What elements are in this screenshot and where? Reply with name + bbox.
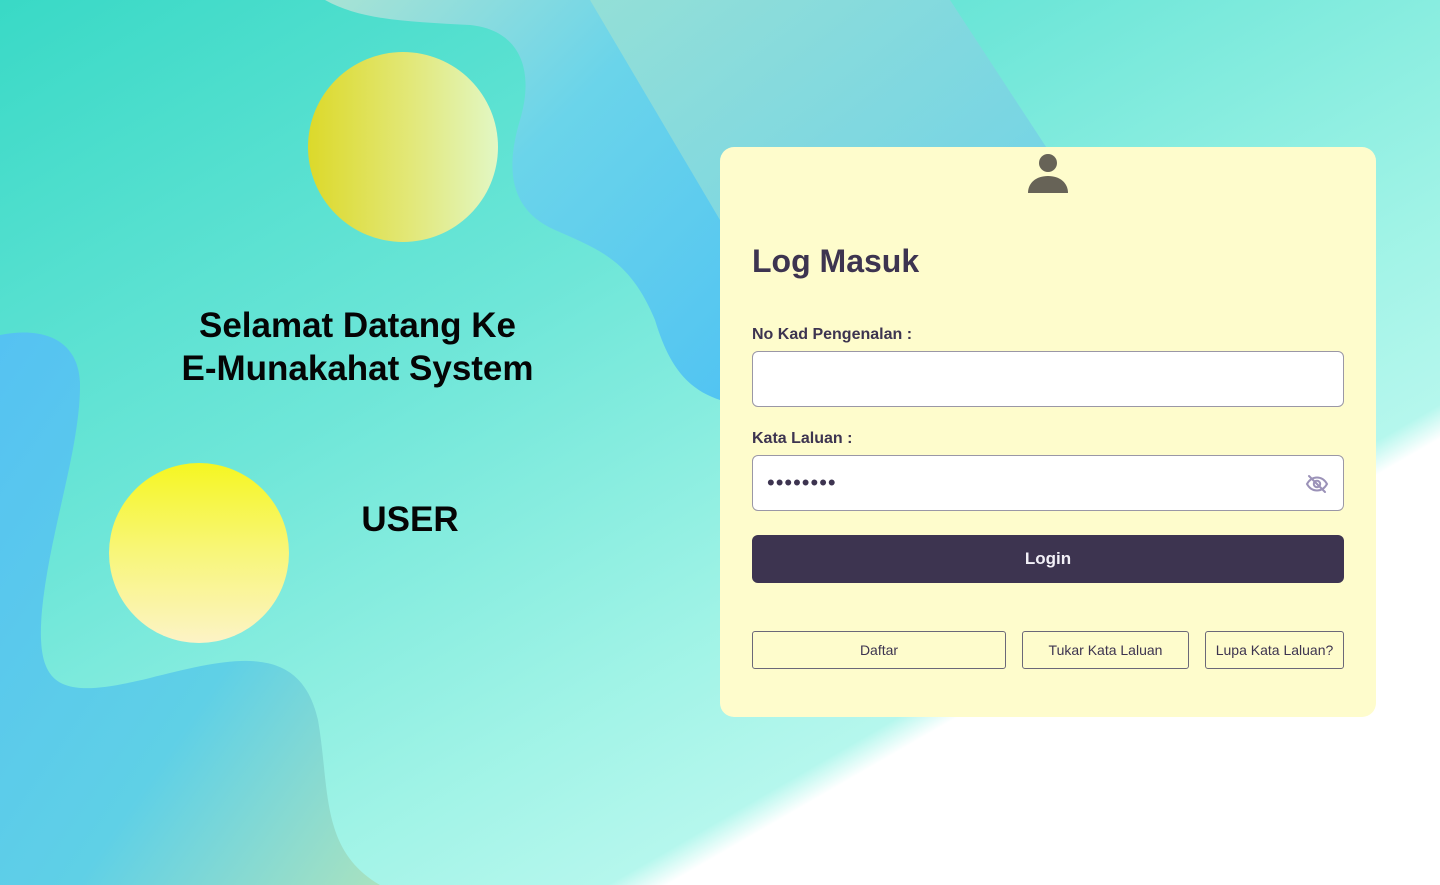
role-label: USER [361,500,459,539]
forgot-password-button[interactable]: Lupa Kata Laluan? [1205,631,1344,669]
user-icon [1028,154,1068,193]
register-button[interactable]: Daftar [752,631,1006,669]
ic-number-label: No Kad Pengenalan : [752,326,913,343]
welcome-heading: Selamat Datang Ke E-Munakahat System [140,304,575,390]
login-page: Selamat Datang Ke E-Munakahat System USE… [0,0,1440,885]
login-title: Log Masuk [752,243,920,279]
login-card: Log Masuk No Kad Pengenalan : Kata Lalua… [720,147,1376,717]
welcome-line-2: E-Munakahat System [181,349,534,388]
eye-off-icon[interactable] [1305,472,1329,496]
ic-number-input[interactable] [753,352,1343,406]
login-button[interactable]: Login [752,535,1344,583]
password-field[interactable]: •••••••• [752,455,1344,511]
welcome-line-1: Selamat Datang Ke [198,306,517,345]
password-value[interactable]: •••••••• [767,468,837,498]
password-label: Kata Laluan : [752,430,853,447]
change-password-button[interactable]: Tukar Kata Laluan [1022,631,1189,669]
ic-number-field[interactable] [752,351,1344,407]
decorative-circle-bottom [109,463,289,643]
decorative-circle-top [308,52,498,242]
